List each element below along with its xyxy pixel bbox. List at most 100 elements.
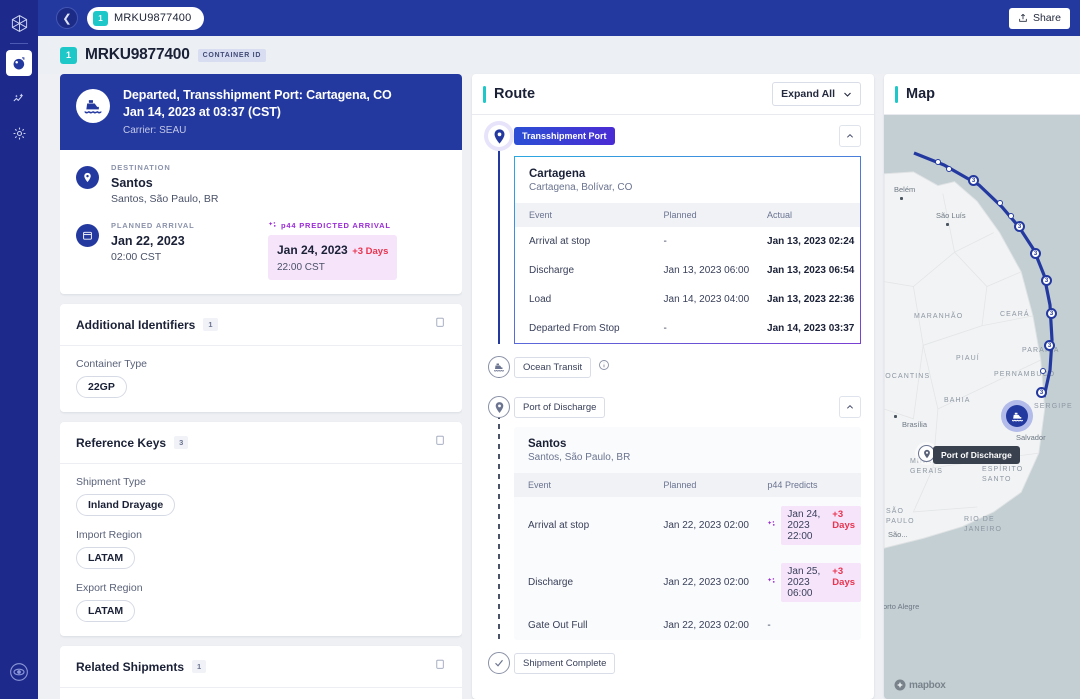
app-root: ❮ 1 MRKU9877400 Share 1 MRKU9877400 CONT…: [0, 0, 1080, 699]
map-waypoint[interactable]: [997, 200, 1003, 206]
rail-divider: [10, 43, 28, 44]
predicted-arrival-delay: +3 Days: [352, 246, 388, 257]
share-label: Share: [1033, 12, 1061, 24]
user-avatar-icon[interactable]: [9, 662, 29, 687]
map-waypoint[interactable]: [1040, 368, 1046, 374]
sidebar-item-settings[interactable]: [6, 120, 32, 146]
tab-container-mrku9877400[interactable]: 1 MRKU9877400: [87, 7, 204, 30]
destination-row: DESTINATION Santos Santos, São Paulo, BR: [76, 163, 446, 205]
accent-bar: [483, 86, 486, 103]
col-planned: Planned: [650, 203, 754, 227]
ship-icon[interactable]: [488, 356, 510, 378]
arrival-row: PLANNED ARRIVAL Jan 22, 2023 02:00 CST: [76, 221, 446, 280]
cell-event: Arrival at stop: [515, 227, 650, 256]
cell-planned: Jan 14, 2023 04:00: [650, 285, 754, 314]
timeline-line-dashed: [498, 414, 500, 640]
map-waypoint[interactable]: [1008, 213, 1014, 219]
chevron-up-icon: [846, 403, 854, 411]
field-import-region: Import Region LATAM: [76, 529, 446, 569]
map-panel-header: Map: [884, 74, 1080, 115]
col-p44-predicts: p44 Predicts: [753, 473, 861, 497]
map-pod-tooltip: Port of Discharge: [933, 446, 1020, 464]
ship-icon: [76, 89, 110, 123]
cell-predicted: Jan 25, 2023 06:00 +3 Days: [753, 554, 861, 611]
sidebar-item-insights[interactable]: [6, 85, 32, 111]
leg-type-tag: Ocean Transit: [514, 357, 591, 378]
expand-all-button[interactable]: Expand All: [772, 82, 861, 106]
cell-actual: Jan 13, 2023 22:36: [753, 285, 860, 314]
cell-event: Load: [515, 285, 650, 314]
map-waypoint[interactable]: 3: [1041, 275, 1052, 286]
field-value-chip[interactable]: LATAM: [76, 547, 135, 569]
stop-name: Cartagena: [515, 157, 860, 180]
acc-count: 1: [192, 660, 206, 673]
additional-identifiers-header[interactable]: Additional Identifiers 1: [60, 304, 462, 346]
copy-icon[interactable]: [433, 434, 446, 452]
summary-status-title: Departed, Transshipment Port: Cartagena,…: [123, 87, 392, 104]
leg-content: Ocean Transit: [514, 356, 874, 378]
table-row: Load Jan 14, 2023 04:00 Jan 13, 2023 22:…: [515, 285, 860, 314]
cell-planned: Jan 13, 2023 06:00: [650, 256, 754, 285]
stop-address: Cartagena, Bolívar, CO: [515, 180, 860, 203]
reference-keys-header[interactable]: Reference Keys 3: [60, 422, 462, 464]
accent-bar: [895, 86, 898, 103]
timeline-rail: [484, 652, 514, 674]
table-row: Discharge Jan 13, 2023 06:00 Jan 13, 202…: [515, 256, 860, 285]
collapse-stop-button[interactable]: [839, 125, 861, 147]
timeline-rail: [484, 396, 514, 640]
mapbox-attribution[interactable]: mapbox: [894, 679, 946, 691]
map-waypoint[interactable]: [946, 166, 952, 172]
table-row: Gate Out Full Jan 22, 2023 02:00 -: [514, 611, 861, 640]
cell-planned: Jan 22, 2023 02:00: [649, 554, 753, 611]
share-button[interactable]: Share: [1009, 8, 1070, 29]
chevron-down-icon: [843, 90, 852, 99]
copy-icon[interactable]: [433, 658, 446, 676]
field-value-chip[interactable]: LATAM: [76, 600, 135, 622]
col-event: Event: [514, 473, 649, 497]
related-shipments-header[interactable]: Related Shipments 1: [60, 646, 462, 688]
map-waypoint[interactable]: 3: [1036, 387, 1047, 398]
col-planned: Planned: [649, 473, 753, 497]
sidebar-item-visibility[interactable]: [6, 50, 32, 76]
map-route-line: [884, 115, 1080, 699]
copy-icon[interactable]: [433, 316, 446, 334]
map-waypoint[interactable]: 3: [1044, 340, 1055, 351]
info-icon[interactable]: [598, 358, 610, 376]
field-value-chip[interactable]: 22GP: [76, 376, 127, 398]
map-vessel-marker[interactable]: [1006, 405, 1028, 427]
map-waypoint[interactable]: 3: [1030, 248, 1041, 259]
collapse-stop-button[interactable]: [839, 396, 861, 418]
map-pin-icon[interactable]: [488, 125, 510, 147]
summary-details: DESTINATION Santos Santos, São Paulo, BR: [60, 150, 462, 294]
summary-status-datetime: Jan 14, 2023 at 03:37 (CST): [123, 104, 392, 121]
check-icon[interactable]: [488, 652, 510, 674]
map-pin-icon[interactable]: [488, 396, 510, 418]
map-waypoint[interactable]: 3: [1046, 308, 1057, 319]
map-canvas[interactable]: MARANHÃO CEARÁ PIAUÍ PARAÍBA PERNAMBUCO …: [884, 115, 1080, 699]
summary-status-header: Departed, Transshipment Port: Cartagena,…: [60, 74, 462, 150]
planned-arrival-label: PLANNED ARRIVAL: [111, 221, 229, 230]
route-leg-ocean-transit: Ocean Transit: [472, 356, 874, 378]
route-stop-port-of-discharge: Port of Discharge Santos Santos, São Pau…: [472, 396, 874, 640]
timeline-line-solid: [498, 139, 500, 344]
page-title: MRKU9877400: [85, 46, 190, 64]
mapbox-label: mapbox: [909, 680, 946, 691]
cell-event: Departed From Stop: [515, 314, 650, 343]
shipment-summary-card: Departed, Transshipment Port: Cartagena,…: [60, 74, 462, 294]
chevron-left-icon[interactable]: ❮: [56, 7, 78, 29]
map-waypoint[interactable]: [935, 159, 941, 165]
share-icon: [1018, 13, 1028, 23]
planned-arrival-date: Jan 22, 2023: [111, 234, 229, 248]
predicted-arrival-date: Jan 24, 2023: [277, 243, 348, 257]
acc-count: 1: [203, 318, 217, 331]
field-container-type: Container Type 22GP: [76, 358, 446, 398]
cube-logo-icon[interactable]: [4, 8, 34, 38]
complete-tag: Shipment Complete: [514, 653, 615, 674]
predicted-arrival-block: p44 PREDICTED ARRIVAL Jan 24, 2023 +3 Da…: [268, 221, 397, 280]
field-value-chip[interactable]: Inland Drayage: [76, 494, 175, 516]
additional-identifiers-card: Additional Identifiers 1 Container Type …: [60, 304, 462, 412]
map-waypoint[interactable]: 3: [1014, 221, 1025, 232]
sparkle-icon: [767, 520, 776, 531]
map-waypoint[interactable]: 3: [968, 175, 979, 186]
table-row: Discharge Jan 22, 2023 02:00: [514, 554, 861, 611]
